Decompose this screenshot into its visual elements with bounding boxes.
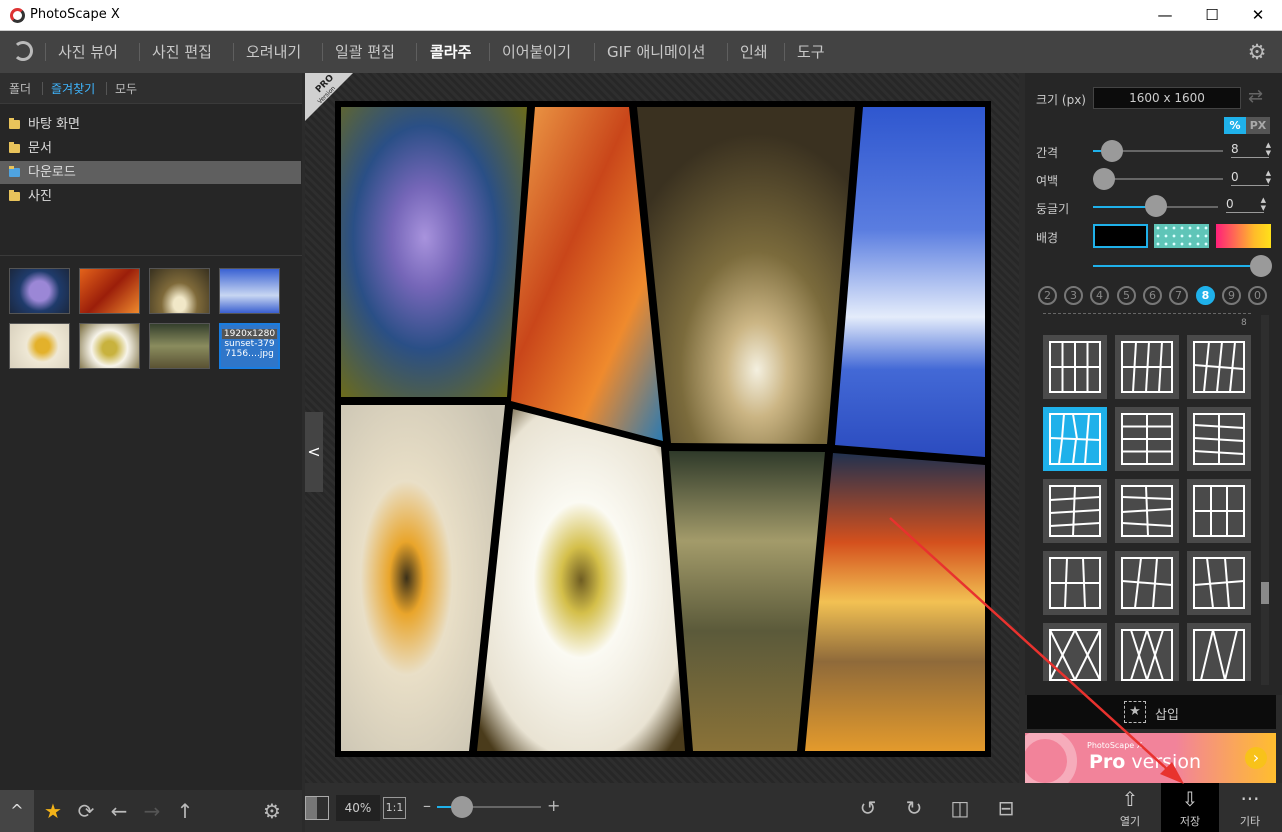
annotation-arrow	[889, 517, 1184, 784]
